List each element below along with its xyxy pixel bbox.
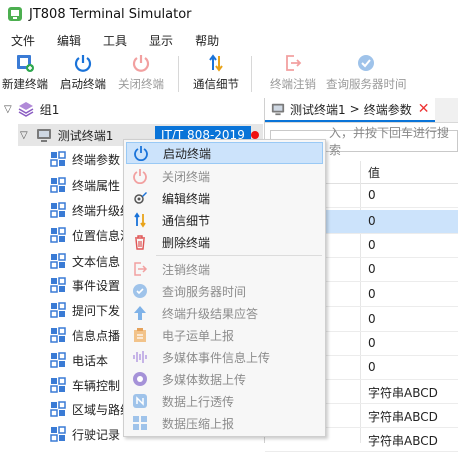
chevron-down-icon[interactable]: ▽ <box>20 130 28 141</box>
logout-terminal-label: 终端注销 <box>270 77 316 91</box>
tree-item[interactable]: 位置信息汇 <box>50 224 132 246</box>
menu-item-e-waybill-report[interactable]: 电子运单上报 <box>126 324 323 346</box>
terminal-device-icon <box>36 129 51 142</box>
tree-item[interactable]: 提问下发 <box>50 299 120 321</box>
logout-icon <box>286 55 302 71</box>
power-icon <box>74 55 92 72</box>
chevron-down-icon[interactable]: ▽ <box>4 104 12 115</box>
tree-item[interactable]: 终端属性 <box>50 174 120 196</box>
context-menu: 启动终端 关闭终端 编辑终端 通信细节 删除终端 注销终端 查询服务器时间 终端… <box>123 139 326 437</box>
group-label: 组1 <box>39 102 60 117</box>
grid-node-icon <box>50 202 66 218</box>
new-terminal-label: 新建终端 <box>2 77 48 91</box>
status-dot <box>251 131 259 139</box>
compress-grid-icon <box>133 416 147 430</box>
layers-icon <box>18 102 34 117</box>
tree-item[interactable]: 终端参数 <box>50 148 120 170</box>
menu-item-start-terminal[interactable]: 启动终端 <box>126 142 323 164</box>
power-icon <box>134 146 148 161</box>
camera-icon <box>133 372 147 386</box>
search-placeholder: 入，并按下回车进行搜索 <box>329 126 450 157</box>
terminal-label: 测试终端1 <box>57 128 114 143</box>
clock-check-icon <box>358 55 375 71</box>
tab-bar: 测试终端1 > 终端参数 ✕ <box>265 98 458 123</box>
menu-help[interactable]: 帮助 <box>184 32 230 49</box>
transfer-arrows-icon <box>134 212 146 228</box>
grid-node-icon <box>50 352 66 368</box>
menu-item-logout-terminal[interactable]: 注销终端 <box>126 258 323 280</box>
close-icon[interactable]: ✕ <box>418 101 430 117</box>
breadcrumb-terminal: 测试终端1 <box>290 102 346 117</box>
grid-node-icon <box>50 277 66 293</box>
breadcrumb-separator: > <box>349 102 360 116</box>
power-off-icon <box>133 169 147 184</box>
edit-gear-icon <box>134 192 147 204</box>
title-bar: JT808 Terminal Simulator <box>0 0 458 28</box>
new-terminal-icon <box>17 55 34 72</box>
query-server-time-button[interactable]: 查询服务器时间 <box>326 50 407 92</box>
logout-icon <box>134 262 148 276</box>
tree-item[interactable]: 文本信息 <box>50 250 120 272</box>
comm-detail-button[interactable]: 通信细节 <box>193 50 239 92</box>
menu-item-media-event-upload[interactable]: 多媒体事件信息上传 <box>126 346 323 368</box>
menu-item-upgrade-result-ack[interactable]: 终端升级结果应答 <box>126 302 323 324</box>
tree-group-row[interactable]: ▽ 组1 <box>4 98 264 120</box>
menu-file[interactable]: 文件 <box>0 32 46 49</box>
grid-node-icon <box>50 177 66 193</box>
query-server-time-label: 查询服务器时间 <box>326 77 407 91</box>
clock-check-icon <box>133 284 147 298</box>
menu-item-media-data-upload[interactable]: 多媒体数据上传 <box>126 368 323 390</box>
tree-item[interactable]: 区域与路线 <box>50 398 132 420</box>
terminal-device-icon <box>271 103 285 116</box>
toolbar-separator <box>251 56 252 92</box>
trash-icon <box>135 235 145 250</box>
menu-separator <box>156 255 322 256</box>
tab-terminal-params[interactable]: 测试终端1 > 终端参数 ✕ <box>265 98 436 122</box>
grid-node-icon <box>50 377 66 393</box>
transfer-arrows-icon <box>209 54 223 72</box>
tree-item[interactable]: 终端升级结 <box>50 199 132 221</box>
close-terminal-button[interactable]: 关闭终端 <box>118 50 164 92</box>
start-terminal-label: 启动终端 <box>60 77 106 91</box>
menu-item-delete-terminal[interactable]: 删除终端 <box>126 231 323 253</box>
grid-node-icon <box>50 253 66 269</box>
menu-view[interactable]: 显示 <box>138 32 184 49</box>
power-off-icon <box>132 55 150 72</box>
grid-node-icon <box>50 227 66 243</box>
waveform-icon <box>133 351 147 363</box>
menu-item-data-compress-report[interactable]: 数据压缩上报 <box>126 412 323 434</box>
grid-node-icon <box>50 426 66 442</box>
close-terminal-label: 关闭终端 <box>118 77 164 91</box>
menu-item-query-server-time[interactable]: 查询服务器时间 <box>126 280 323 302</box>
grid-node-icon <box>50 302 66 318</box>
menu-item-comm-detail[interactable]: 通信细节 <box>126 209 323 231</box>
grid-node-icon <box>50 401 66 417</box>
menu-item-data-uplink-passthrough[interactable]: 数据上行透传 <box>126 390 323 412</box>
menu-item-close-terminal[interactable]: 关闭终端 <box>126 165 323 187</box>
grid-node-icon <box>50 327 66 343</box>
menu-edit[interactable]: 编辑 <box>46 32 92 49</box>
tree-item[interactable]: 车辆控制 <box>50 374 120 396</box>
logout-terminal-button[interactable]: 终端注销 <box>270 50 316 92</box>
window-title: JT808 Terminal Simulator <box>29 6 192 22</box>
menu-bar: 文件 编辑 工具 显示 帮助 <box>0 30 458 50</box>
data-transfer-icon <box>133 394 147 408</box>
clipboard-icon <box>134 328 146 342</box>
menu-item-edit-terminal[interactable]: 编辑终端 <box>126 187 323 209</box>
start-terminal-button[interactable]: 启动终端 <box>60 50 106 92</box>
tree-item[interactable]: 电话本 <box>50 349 108 371</box>
toolbar: 新建终端 启动终端 关闭终端 通信细节 终端注销 查询服务器时间 <box>0 50 458 98</box>
app-icon <box>8 7 22 21</box>
grid-node-icon <box>50 151 66 167</box>
tree-item[interactable]: 行驶记录 <box>50 423 120 443</box>
tree-item[interactable]: 事件设置 <box>50 274 120 296</box>
comm-detail-label: 通信细节 <box>193 77 239 91</box>
value-column-header[interactable]: 值 <box>368 164 380 181</box>
upload-arrow-icon <box>134 306 146 320</box>
new-terminal-button[interactable]: 新建终端 <box>2 50 48 92</box>
toolbar-separator <box>178 56 179 92</box>
tree-item[interactable]: 信息点播 <box>50 324 120 346</box>
breadcrumb-page: 终端参数 <box>363 102 412 117</box>
menu-tools[interactable]: 工具 <box>92 32 138 49</box>
